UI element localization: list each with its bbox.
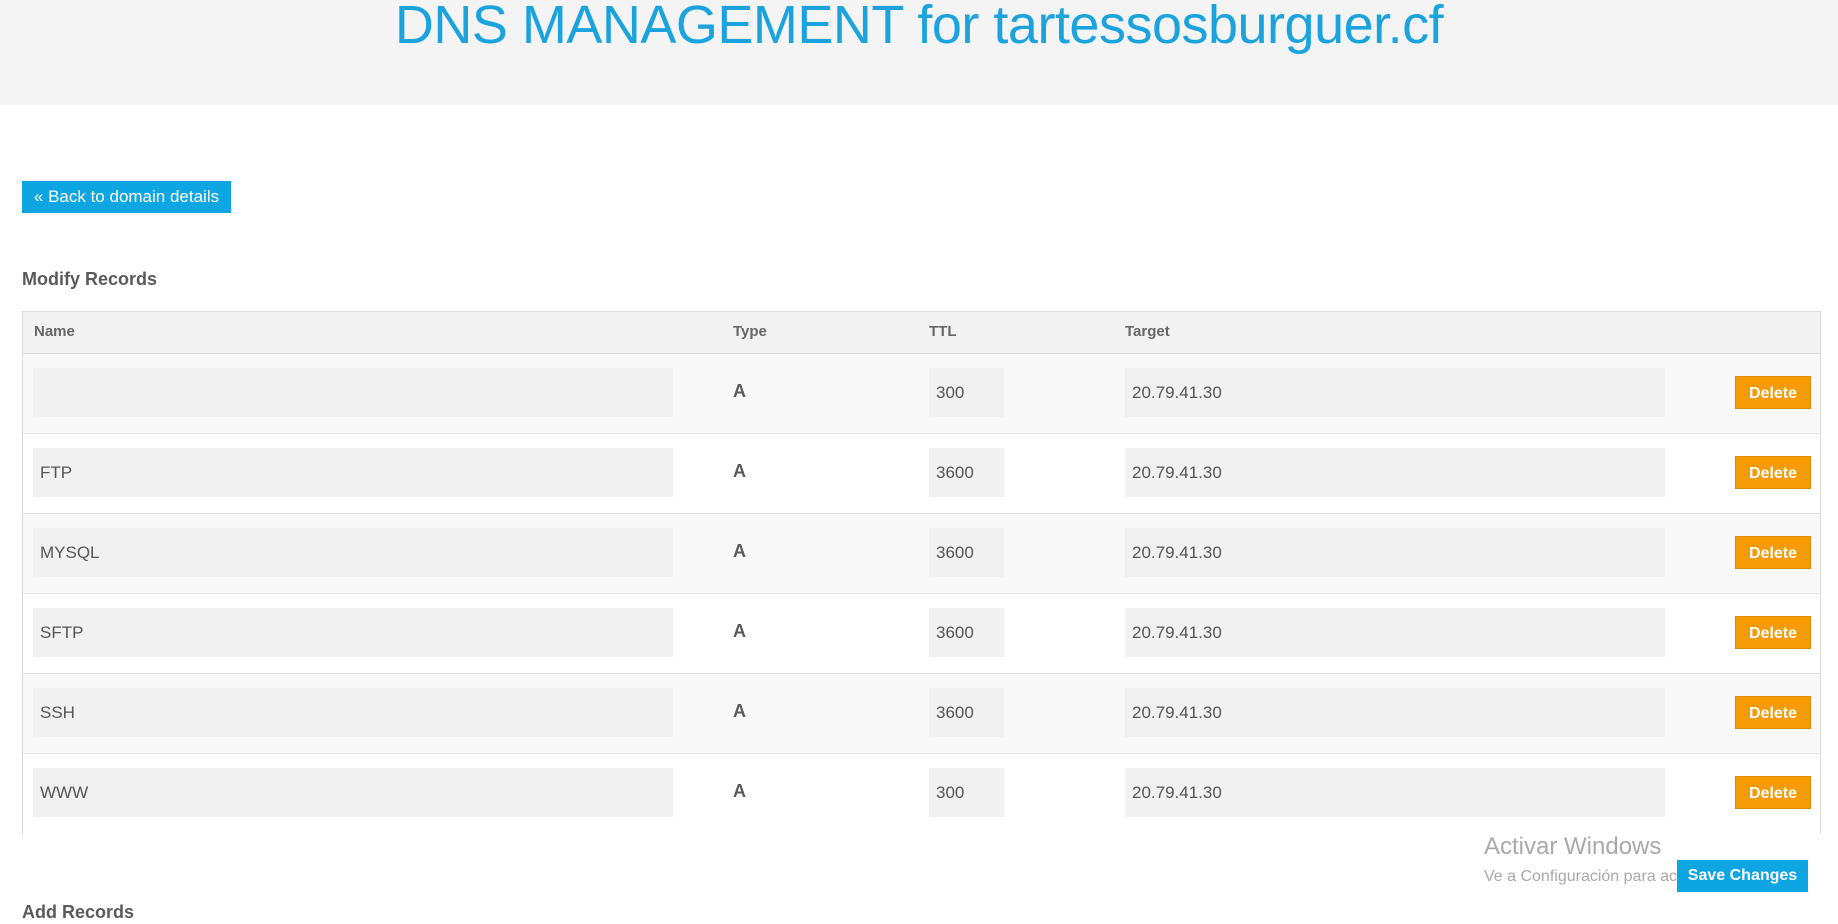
record-type: A — [733, 621, 746, 641]
record-ttl-input[interactable] — [929, 528, 1004, 577]
record-name-input[interactable] — [33, 608, 673, 657]
delete-record-button[interactable]: Delete — [1735, 616, 1811, 649]
record-ttl-input[interactable] — [929, 368, 1004, 417]
record-target-input[interactable] — [1125, 768, 1665, 817]
record-type: A — [733, 461, 746, 481]
table-row: A Delete — [23, 674, 1820, 754]
record-type: A — [733, 781, 746, 801]
table-row: A Delete — [23, 514, 1820, 594]
column-header-target: Target — [1125, 323, 1170, 340]
record-ttl-input[interactable] — [929, 448, 1004, 497]
record-name-input[interactable] — [33, 688, 673, 737]
record-type: A — [733, 541, 746, 561]
table-row: A Delete — [23, 434, 1820, 514]
table-row: A Delete — [23, 594, 1820, 674]
column-header-type: Type — [733, 323, 767, 340]
record-name-input[interactable] — [33, 768, 673, 817]
delete-record-button[interactable]: Delete — [1735, 536, 1811, 569]
back-to-domain-details-button[interactable]: « Back to domain details — [22, 181, 231, 213]
record-target-input[interactable] — [1125, 688, 1665, 737]
delete-record-button[interactable]: Delete — [1735, 776, 1811, 809]
table-row: A Delete — [23, 754, 1820, 834]
delete-record-button[interactable]: Delete — [1735, 696, 1811, 729]
record-target-input[interactable] — [1125, 528, 1665, 577]
record-type: A — [733, 701, 746, 721]
record-ttl-input[interactable] — [929, 768, 1004, 817]
record-name-input[interactable] — [33, 448, 673, 497]
record-name-input[interactable] — [33, 368, 673, 417]
record-ttl-input[interactable] — [929, 688, 1004, 737]
column-header-ttl: TTL — [929, 323, 957, 340]
record-target-input[interactable] — [1125, 608, 1665, 657]
delete-record-button[interactable]: Delete — [1735, 376, 1811, 409]
add-records-heading: Add Records — [22, 902, 135, 922]
records-table-header: Name Type TTL Target — [23, 312, 1820, 354]
delete-record-button[interactable]: Delete — [1735, 456, 1811, 489]
column-header-name: Name — [34, 323, 75, 340]
records-table: Name Type TTL Target A Delete A Delete A… — [22, 311, 1821, 834]
modify-records-heading: Modify Records — [22, 269, 158, 289]
record-target-input[interactable] — [1125, 368, 1665, 417]
save-changes-button[interactable]: Save Changes — [1677, 860, 1808, 892]
record-target-input[interactable] — [1125, 448, 1665, 497]
table-row: A Delete — [23, 354, 1820, 434]
record-type: A — [733, 381, 746, 401]
dns-management-page: DNS MANAGEMENT for tartessosburguer.cf «… — [0, 0, 1838, 924]
windows-activation-watermark-title: Activar Windows — [1484, 833, 1662, 860]
page-header: DNS MANAGEMENT for tartessosburguer.cf — [0, 0, 1838, 105]
record-ttl-input[interactable] — [929, 608, 1004, 657]
record-name-input[interactable] — [33, 528, 673, 577]
page-title: DNS MANAGEMENT for tartessosburguer.cf — [394, 0, 1444, 55]
